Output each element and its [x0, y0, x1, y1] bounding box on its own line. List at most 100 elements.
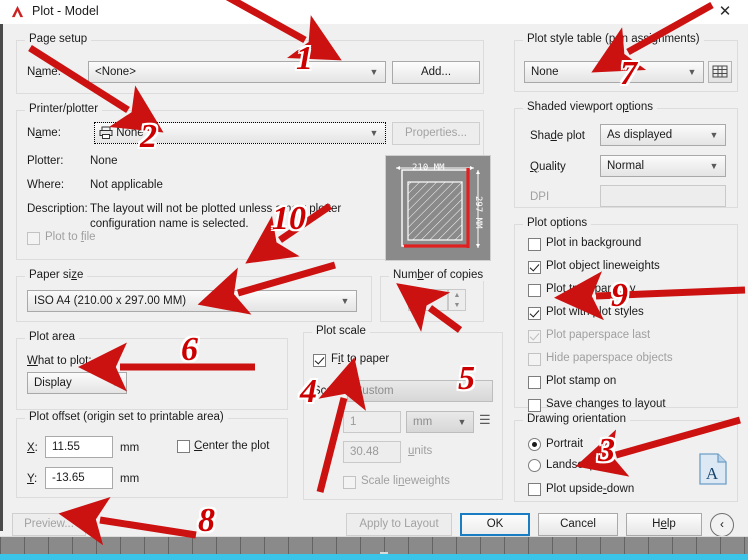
chevron-down-icon: ▼: [687, 67, 697, 77]
plot-option-checkbox-0[interactable]: [528, 238, 541, 251]
portrait-label: Portrait: [546, 438, 584, 450]
apply-to-layout-button[interactable]: Apply to Layout: [346, 513, 452, 536]
plot-option-label-6: Plot stamp on: [546, 375, 617, 387]
copies-input[interactable]: 1: [408, 289, 448, 311]
printer-plotter-label: Printer/plotter: [25, 103, 103, 115]
plot-options-label: Plot options: [523, 217, 592, 229]
help-button[interactable]: Help: [626, 513, 702, 536]
dpi-label: DPI: [530, 191, 550, 203]
ok-button-label: OK: [486, 518, 504, 530]
drawing-orientation-label: Drawing orientation: [523, 413, 631, 425]
cancel-button-label: Cancel: [560, 518, 596, 530]
scale-menu-icon[interactable]: ☰: [479, 412, 491, 428]
offset-x-label: X:: [27, 442, 38, 454]
page-setup-name-value: <None>: [95, 66, 136, 78]
center-plot-checkbox[interactable]: [177, 440, 190, 453]
scale-value: Custom: [354, 385, 394, 397]
printer-name-label: Name:: [27, 127, 61, 139]
shade-plot-label: Shade plot: [530, 130, 586, 142]
plot-option-checkbox-6[interactable]: [528, 376, 541, 389]
plot-offset-label: Plot offset (origin set to printable are…: [25, 411, 228, 423]
preview-button-label: Preview...: [24, 518, 74, 530]
bottom-ruler: [0, 536, 748, 555]
plot-upside-down-label: Plot upside-down: [546, 483, 635, 495]
printer-name-combo[interactable]: None ▼: [94, 122, 386, 144]
pen-table-icon[interactable]: [708, 61, 732, 83]
properties-button[interactable]: Properties...: [392, 122, 480, 145]
offset-y-value: -13.65: [52, 472, 85, 484]
scale-denominator-value: 30.48: [350, 446, 379, 458]
portrait-radio[interactable]: [528, 438, 541, 451]
fit-to-paper-label: Fit to paper: [331, 353, 390, 365]
offset-x-unit: mm: [120, 442, 140, 454]
printer-icon: [99, 126, 113, 139]
plot-option-label-1: Plot object lineweights: [546, 260, 660, 272]
copies-stepper[interactable]: ▲ ▼: [448, 289, 466, 311]
offset-y-unit: mm: [120, 473, 140, 485]
add-button-label: Add...: [420, 66, 452, 78]
scale-numerator-value: 1: [350, 416, 357, 428]
window-title: Plot - Model: [32, 4, 99, 18]
scale-lineweights-label: Scale lineweights: [361, 475, 450, 487]
offset-x-value: 11.55: [52, 441, 80, 453]
dpi-input[interactable]: [600, 185, 726, 207]
fit-to-paper-checkbox[interactable]: [313, 354, 326, 367]
chevron-down-icon: ▼: [709, 130, 719, 140]
scale-lineweights-checkbox[interactable]: [343, 476, 356, 489]
plot-to-file-checkbox[interactable]: [27, 232, 40, 245]
paper-preview: 210 MM 297 MM: [385, 155, 491, 261]
plot-option-checkbox-2[interactable]: [528, 284, 541, 297]
shade-plot-combo[interactable]: As displayed ▼: [600, 124, 726, 146]
scale-denominator-input[interactable]: 30.48: [343, 441, 401, 463]
quality-combo[interactable]: Normal ▼: [600, 155, 726, 177]
offset-y-label: Y:: [27, 473, 38, 485]
plot-option-label-0: Plot in background: [546, 237, 642, 249]
svg-text:A: A: [706, 464, 719, 483]
plot-option-checkbox-3[interactable]: [528, 307, 541, 320]
plot-option-checkbox-5: [528, 353, 541, 366]
landscape-radio[interactable]: [528, 459, 541, 472]
printer-name-value: None: [116, 127, 144, 139]
bottom-strip: [0, 554, 748, 560]
description-line2: configuration name is selected.: [90, 218, 249, 230]
plot-area-label: Plot area: [25, 331, 80, 343]
plotter-value: None: [90, 155, 118, 167]
collapse-icon[interactable]: ‹: [710, 513, 734, 537]
paper-size-value: ISO A4 (210.00 x 297.00 MM): [34, 295, 187, 307]
close-icon[interactable]: ✕: [710, 2, 740, 22]
chevron-down-icon: ▼: [369, 67, 379, 77]
help-button-label: Help: [652, 518, 676, 530]
units-label: units: [408, 445, 433, 457]
plot-style-combo[interactable]: None ▼: [524, 61, 704, 83]
stepper-down-icon[interactable]: ▼: [449, 300, 465, 310]
properties-button-label: Properties...: [405, 127, 467, 139]
plot-option-checkbox-1[interactable]: [528, 261, 541, 274]
apply-to-layout-label: Apply to Layout: [359, 518, 439, 530]
chevron-down-icon: ▼: [369, 128, 379, 138]
page-setup-name-label: Name:: [27, 66, 61, 78]
offset-y-input[interactable]: -13.65: [45, 467, 113, 489]
autocad-icon: [11, 5, 24, 18]
shaded-viewport-label: Shaded viewport options: [523, 101, 657, 113]
scale-combo[interactable]: Custom: [347, 380, 493, 402]
svg-text:210 MM: 210 MM: [412, 163, 445, 173]
scale-numerator-input[interactable]: 1: [343, 411, 401, 433]
preview-button[interactable]: Preview...: [12, 513, 86, 536]
add-button[interactable]: Add...: [392, 61, 480, 84]
quality-value: Normal: [607, 160, 645, 172]
plot-option-checkbox-7[interactable]: [528, 399, 541, 412]
plot-upside-down-checkbox[interactable]: [528, 483, 541, 496]
plot-option-checkbox-4: [528, 330, 541, 343]
scale-unit-combo[interactable]: mm ▼: [406, 411, 474, 433]
plot-option-label-2: Plot transparency: [546, 283, 636, 295]
stepper-up-icon[interactable]: ▲: [449, 290, 465, 300]
paper-size-combo[interactable]: ISO A4 (210.00 x 297.00 MM) ▼: [27, 290, 357, 312]
page-setup-name-combo[interactable]: <None> ▼: [88, 61, 386, 83]
landscape-label: Landscape: [546, 459, 603, 471]
description-label: Description:: [27, 203, 88, 215]
cancel-button[interactable]: Cancel: [538, 513, 618, 536]
shade-plot-value: As displayed: [607, 129, 673, 141]
what-to-plot-combo[interactable]: Display ▼: [27, 372, 127, 394]
offset-x-input[interactable]: 11.55: [45, 436, 113, 458]
ok-button[interactable]: OK: [460, 513, 530, 536]
